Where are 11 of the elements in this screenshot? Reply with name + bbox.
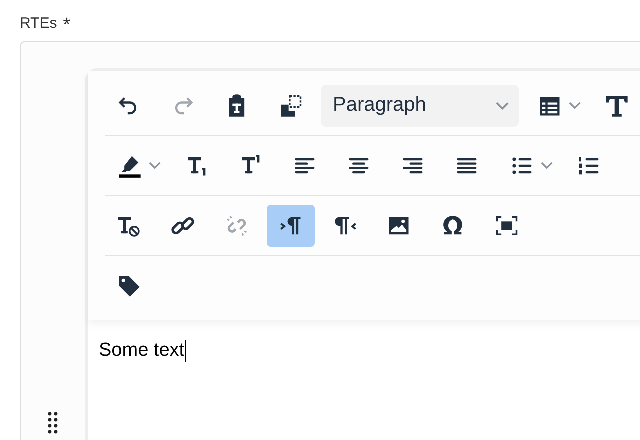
field-label: RTEs [20,14,58,32]
required-mark: * [63,14,71,34]
chevron-down-icon [496,102,509,110]
ltr-button[interactable] [267,204,315,246]
drag-handle-icon [48,412,58,434]
chevron-down-icon [541,162,553,169]
chevron-down-icon [149,162,161,169]
editor-text: Some text [99,340,185,362]
text-cursor [184,340,186,362]
chevron-down-icon [569,102,581,109]
block-format-dropdown[interactable]: Paragraph [321,84,519,126]
